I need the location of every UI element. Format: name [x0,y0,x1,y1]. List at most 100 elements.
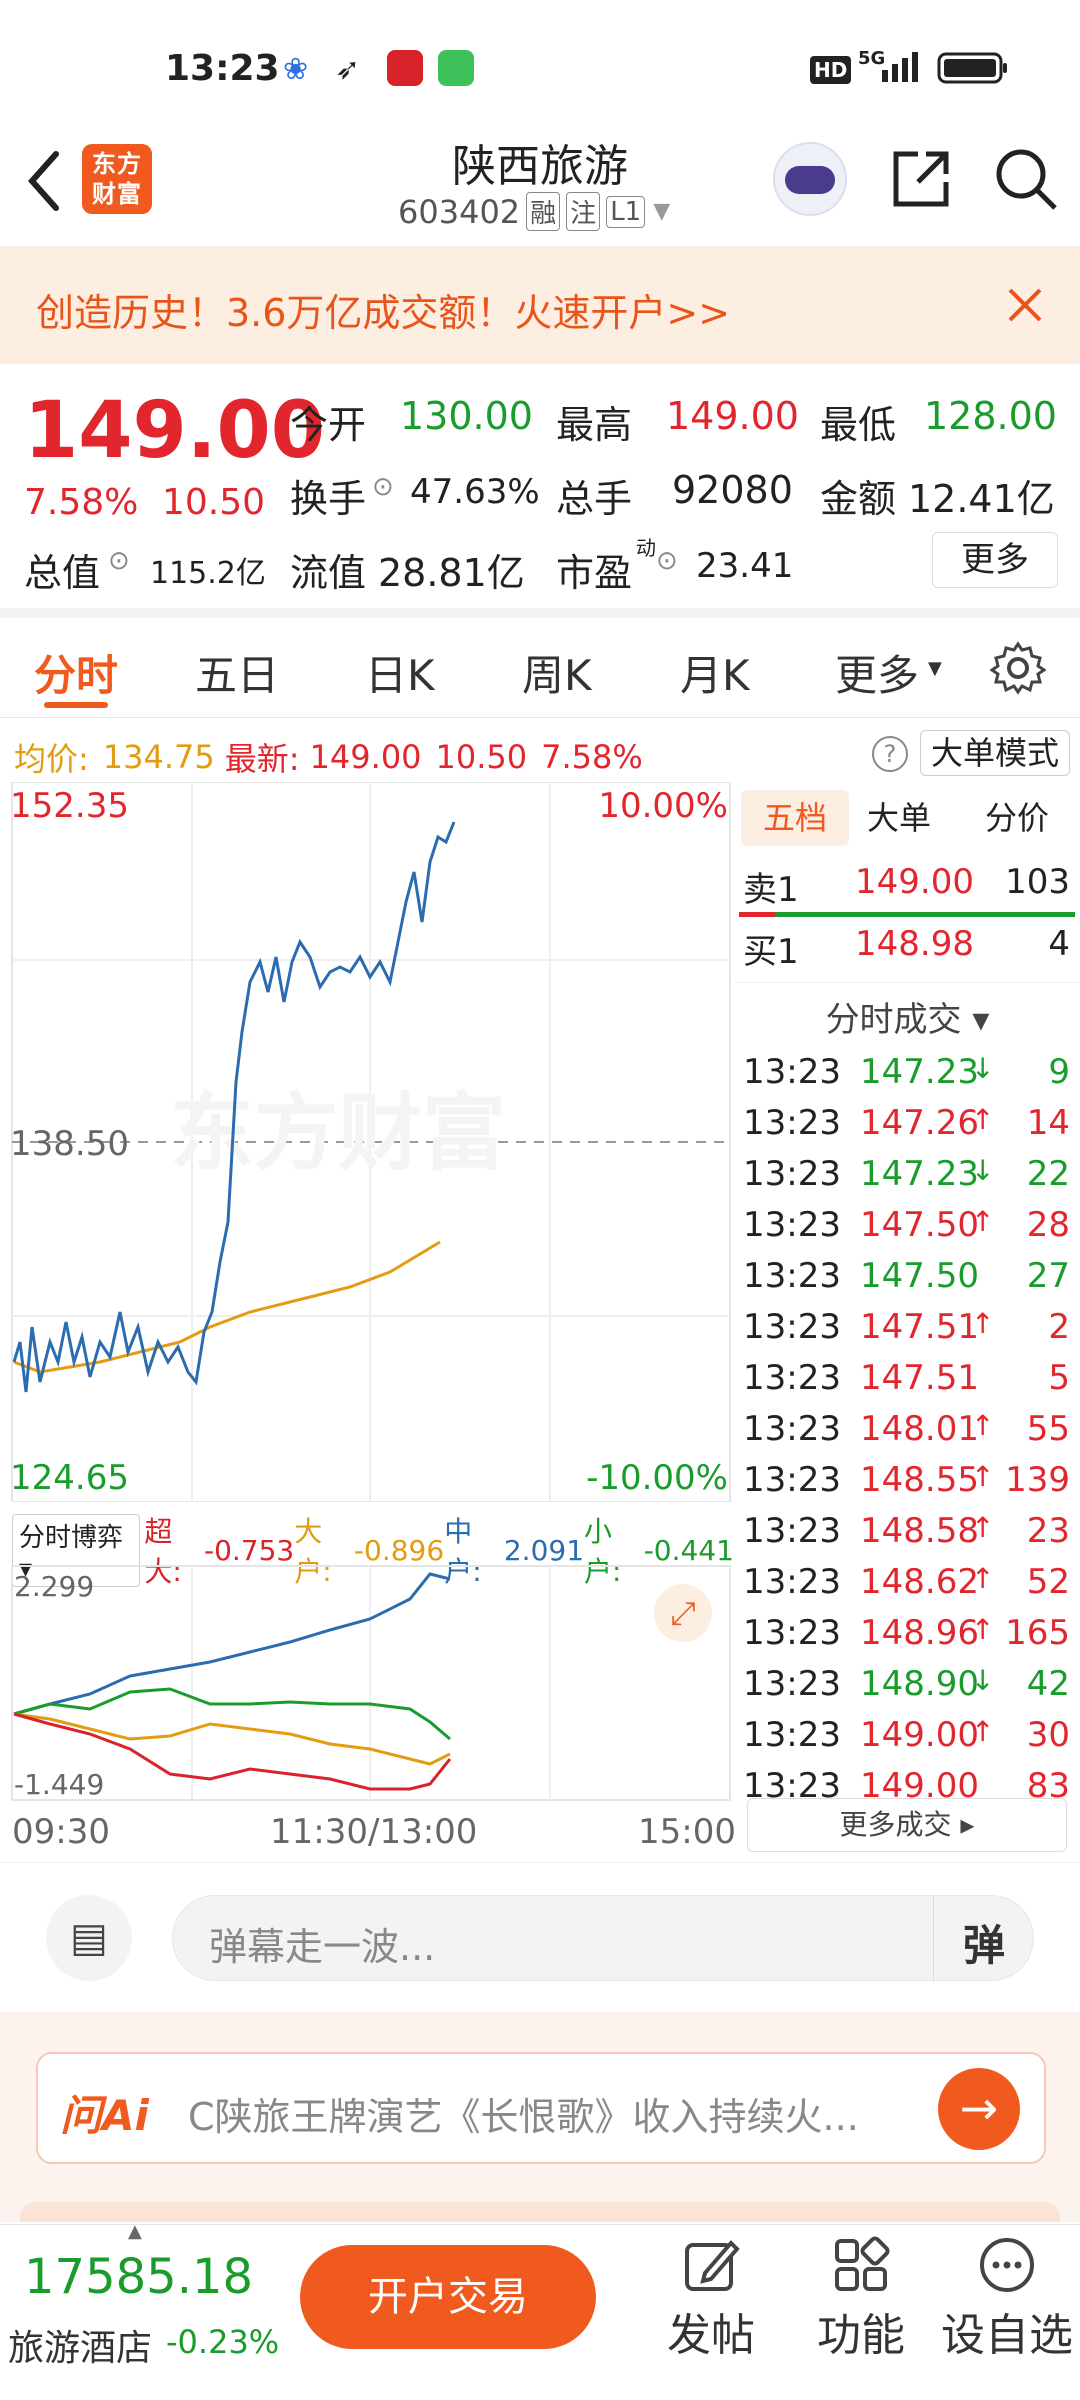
latest-pct: 7.58% [541,738,643,776]
arrow-right-icon[interactable]: → [938,2068,1020,2150]
expand-icon[interactable]: ⤢ [654,1584,712,1642]
trade-price: 148.62 [860,1562,979,1602]
baidu-icon: ❀ [283,52,309,87]
trade-row: 13:23 147.51 ↑ 2 [735,1307,1080,1358]
trade-time: 13:23 [743,1103,841,1143]
tab-intraday[interactable]: 分时 [34,642,118,703]
chart-mid-price: 138.50 [10,1124,129,1164]
trade-row: 13:23 148.90 ↓ 42 [735,1664,1080,1715]
post-button[interactable]: 发帖 [656,2235,766,2363]
trade-volume: 28 [1026,1205,1070,1245]
status-bar: 13:23 ❀ ➶ HD 5G [0,0,1080,130]
arrow-down-icon: ↓ [971,1154,995,1187]
search-icon[interactable] [993,146,1059,212]
trade-time: 13:23 [743,1256,841,1296]
hd-icon: HD [810,56,852,84]
edit-icon [685,2240,740,2291]
trade-volume: 9 [1048,1052,1070,1092]
tab-daily-k[interactable]: 日K [365,642,435,703]
status-time: 13:23 [165,48,280,89]
more-button[interactable]: 更多 [932,532,1058,588]
feather-icon: ➶ [335,52,361,87]
add-watchlist-button[interactable]: 设自选 [932,2235,1080,2363]
mktcap-label: 总值 [24,551,101,595]
info-dot-icon[interactable]: ⊙ [108,546,130,576]
trade-price: 148.01 [860,1409,979,1449]
current-price: 149.00 [24,386,325,476]
stock-code-row[interactable]: 603402 融 注 L1 ▼ [398,192,670,231]
info-dot-icon[interactable]: ⊙ [372,472,394,502]
trade-volume: 23 [1026,1511,1070,1551]
stock-code: 603402 [398,192,521,231]
trade-price: 147.51 [860,1358,979,1398]
trade-time: 13:23 [743,1409,841,1449]
order-book-panel: 五档 大单 分价 卖1 149.00 103 买1 148.98 4 分时成交 … [735,782,1080,1862]
big-order-mode-button[interactable]: 大单模式 [920,730,1070,776]
share-icon[interactable] [890,148,952,210]
trade-volume: 14 [1026,1103,1070,1143]
change-value: 10.50 [162,482,266,523]
arrow-up-icon: ↑ [971,1205,995,1238]
caret-up-icon: ▲ [128,2221,142,2242]
trade-volume: 5 [1048,1358,1070,1398]
trade-volume: 55 [1026,1409,1070,1449]
ai-robot-avatar[interactable] [773,142,847,216]
trade-price: 148.90 [860,1664,979,1704]
high-label: 最高 [556,403,633,447]
close-icon[interactable] [1006,286,1044,324]
grid-icon [835,2236,890,2291]
index-change: -0.23% [166,2323,280,2361]
note-icon[interactable]: ▤ [46,1895,132,1981]
help-icon[interactable]: ? [872,736,908,772]
trade-time: 13:23 [743,1613,841,1653]
danmu-toggle-button[interactable]: 弹 [963,1912,1005,1973]
sell1-vol: 103 [1005,862,1070,902]
open-label: 今开 [290,403,367,447]
info-dot-icon[interactable]: ⊙ [656,546,678,576]
tab-price-dist[interactable]: 分价 [985,790,1049,846]
trade-time: 13:23 [743,1358,841,1398]
more-dots-icon [980,2238,1034,2292]
arrow-up-icon: ↑ [971,1511,995,1544]
fund-flow-chart [11,1565,731,1801]
function-button[interactable]: 功能 [806,2235,916,2363]
buy1-row[interactable]: 买1 148.98 4 [735,924,1080,975]
banner-text: 创造历史！3.6万亿成交额！火速开户>> [36,291,731,335]
volume-value: 92080 [672,468,793,512]
trade-price: 149.00 [860,1715,979,1755]
open-account-trade-button[interactable]: 开户交易 [300,2245,596,2349]
trades-title[interactable]: 分时成交 ▾ [735,992,1080,1041]
trade-price: 148.58 [860,1511,979,1551]
tab-five-levels[interactable]: 五档 [741,790,849,846]
trade-row: 13:23 147.23 ↓ 9 [735,1052,1080,1103]
low-value: 128.00 [924,394,1057,438]
intraday-chart[interactable]: 东方财富 152.35 10.00% 138.50 124.65 -10.00% [10,782,734,1502]
tab-monthly-k[interactable]: 月K [680,642,750,703]
trade-row: 13:23 148.01 ↑ 55 [735,1409,1080,1460]
trade-time: 13:23 [743,1154,841,1194]
promo-banner[interactable]: 创造历史！3.6万亿成交额！火速开户>> [0,246,1080,364]
trade-price: 148.55 [860,1460,979,1500]
index-value[interactable]: 17585.18 [24,2249,253,2305]
ai-input[interactable]: 问Ai C陕旅王牌演艺《长恨歌》收入持续火... → [36,2052,1046,2164]
comment-bar: ▤ 弹幕走一波... 弹 [0,1862,1080,2012]
sell1-label: 卖1 [743,870,799,910]
danmu-input[interactable]: 弹幕走一波... 弹 [172,1895,1034,1982]
float-label: 流值 [290,551,367,595]
avg-value: 134.75 [102,738,215,776]
tab-five-day[interactable]: 五日 [195,642,279,703]
tab-big-orders[interactable]: 大单 [867,790,931,846]
pe-label: 市盈 [556,551,633,595]
trade-row: 13:23 148.58 ↑ 23 [735,1511,1080,1562]
index-name: 旅游酒店 [8,2328,153,2369]
change-pct: 7.58% [24,482,139,523]
trade-row: 13:23 148.96 ↑ 165 [735,1613,1080,1664]
tab-more[interactable]: 更多 [835,642,919,703]
tab-weekly-k[interactable]: 周K [522,642,592,703]
time-start: 09:30 [12,1812,110,1852]
sell1-row[interactable]: 卖1 149.00 103 [735,862,1080,913]
more-trades-button[interactable]: 更多成交 ▸ [747,1798,1067,1852]
mktcap-value: 115.2亿 [150,556,266,591]
open-value: 130.00 [400,394,533,438]
gear-icon[interactable] [990,640,1046,696]
